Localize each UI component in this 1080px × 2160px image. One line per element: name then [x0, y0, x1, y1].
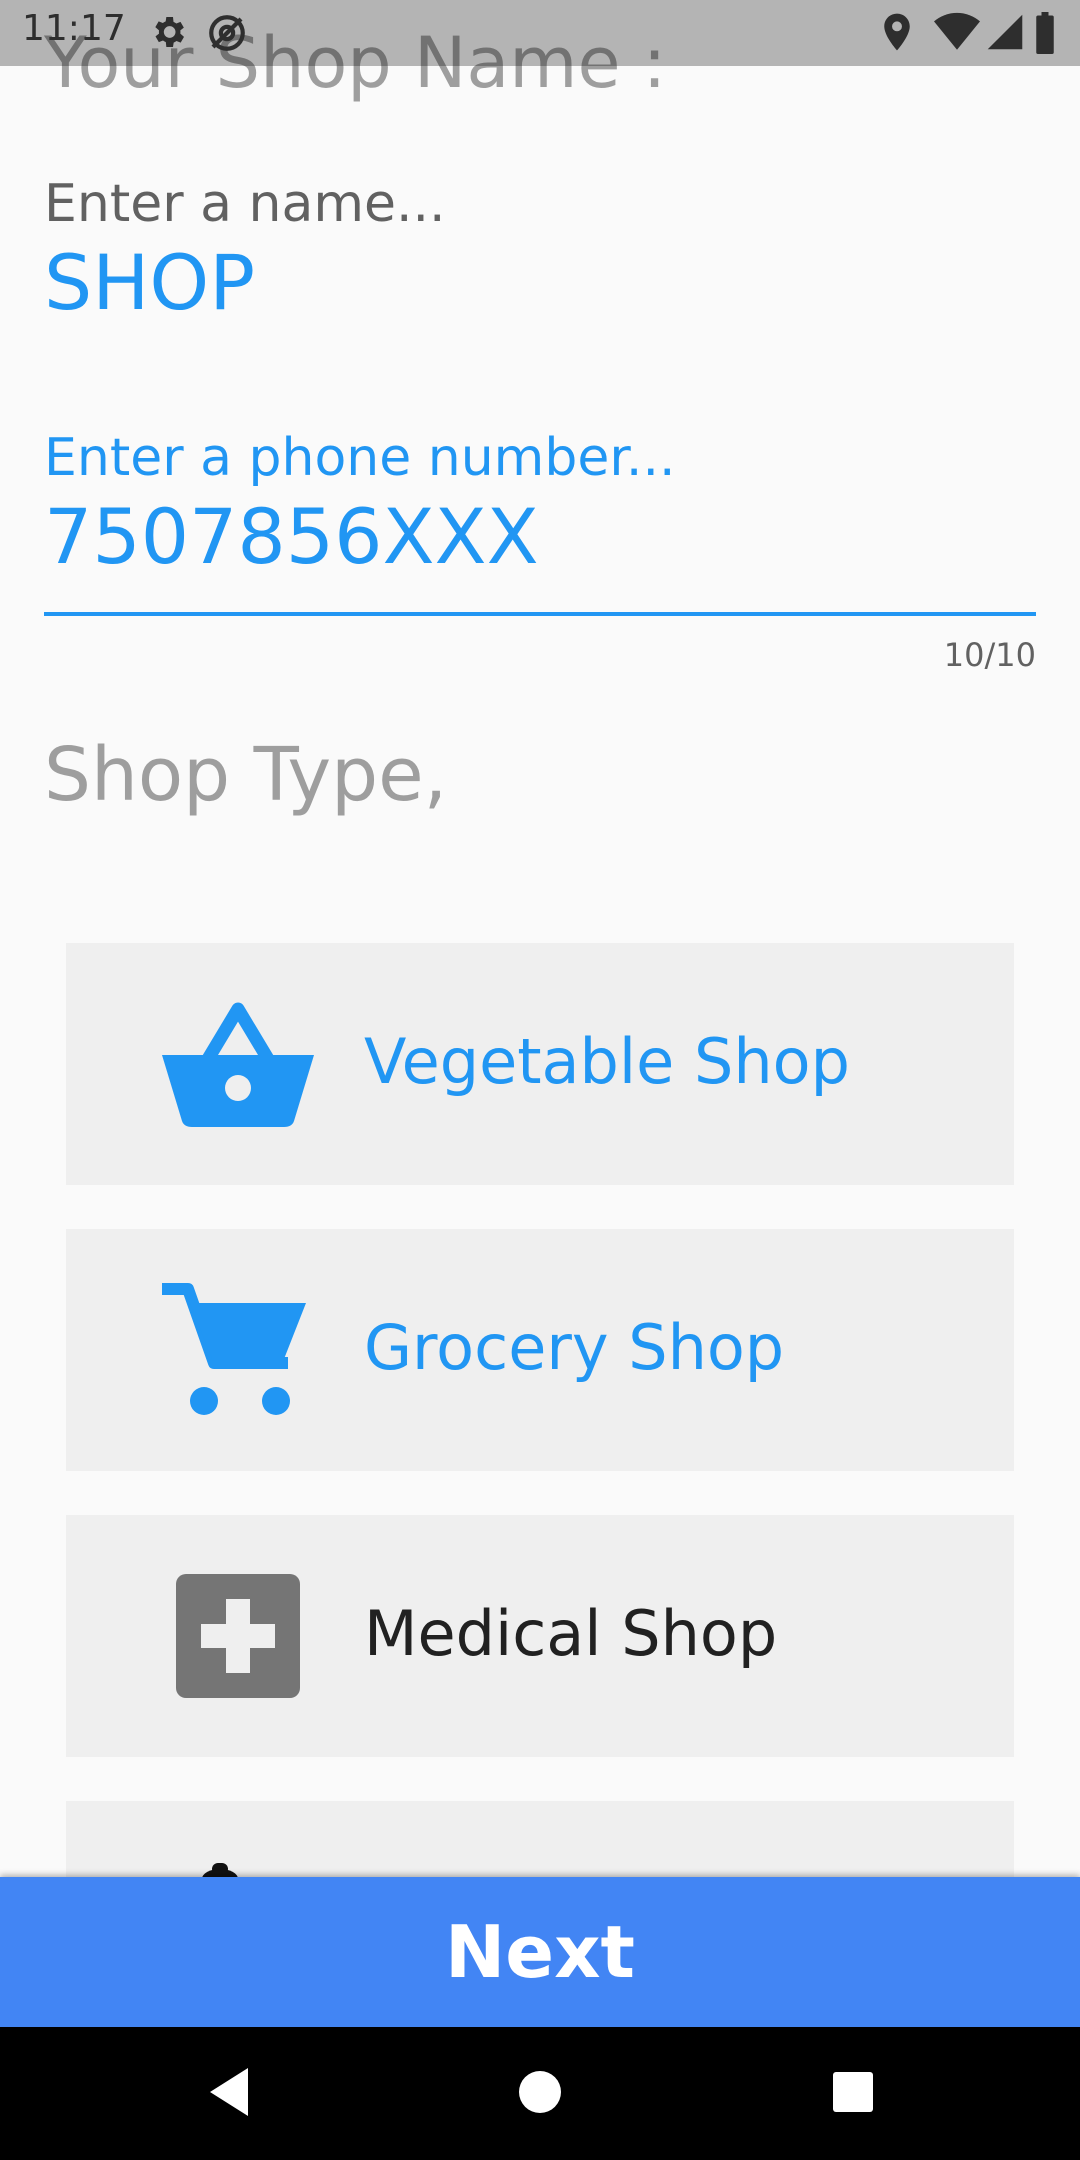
grocery-shop-label: Grocery Shop [364, 1311, 785, 1384]
medical-cross-icon [176, 1574, 300, 1698]
medical-shop-label: Medical Shop [364, 1597, 778, 1670]
at-icon [209, 15, 245, 51]
scroll-content[interactable]: Your Shop Name : Enter a name... SHOP En… [0, 0, 1080, 1877]
wifi-icon [934, 12, 980, 50]
gear-icon [155, 17, 184, 47]
navigation-bar [0, 2027, 1080, 2160]
back-icon[interactable] [204, 2062, 254, 2122]
shop-type-medical[interactable]: Medical Shop [66, 1515, 1014, 1757]
phone-field-label: Enter a phone number... [44, 428, 676, 488]
shop-name-field[interactable]: Enter a name... SHOP [44, 170, 1036, 370]
name-field-label: Enter a name... [44, 174, 446, 234]
name-field-value[interactable]: SHOP [44, 238, 255, 327]
cart-icon [162, 1283, 306, 1415]
battery-icon [1036, 12, 1054, 54]
status-bar: 11:17 [0, 0, 1080, 66]
recents-icon[interactable] [828, 2062, 878, 2122]
basket-icon [162, 1002, 314, 1127]
next-button[interactable]: Next [0, 1877, 1080, 2027]
home-icon[interactable] [515, 2062, 565, 2122]
location-icon [884, 13, 910, 51]
phone-char-counter: 10/10 [943, 636, 1036, 674]
shop-type-grocery[interactable]: Grocery Shop [66, 1229, 1014, 1471]
shop-type-title: Shop Type, [44, 732, 448, 818]
shop-type-partial[interactable] [66, 1801, 1014, 1877]
phone-field-underline [44, 612, 1036, 616]
phone-number-field[interactable]: Enter a phone number... 7507856XXX 10/10 [44, 420, 1036, 680]
shop-type-vegetable[interactable]: Vegetable Shop [66, 943, 1014, 1185]
signal-icon [987, 14, 1023, 50]
partial-icon [202, 1863, 238, 1877]
phone-field-value[interactable]: 7507856XXX [44, 492, 539, 581]
status-time: 11:17 [22, 8, 126, 49]
vegetable-shop-label: Vegetable Shop [364, 1025, 850, 1098]
